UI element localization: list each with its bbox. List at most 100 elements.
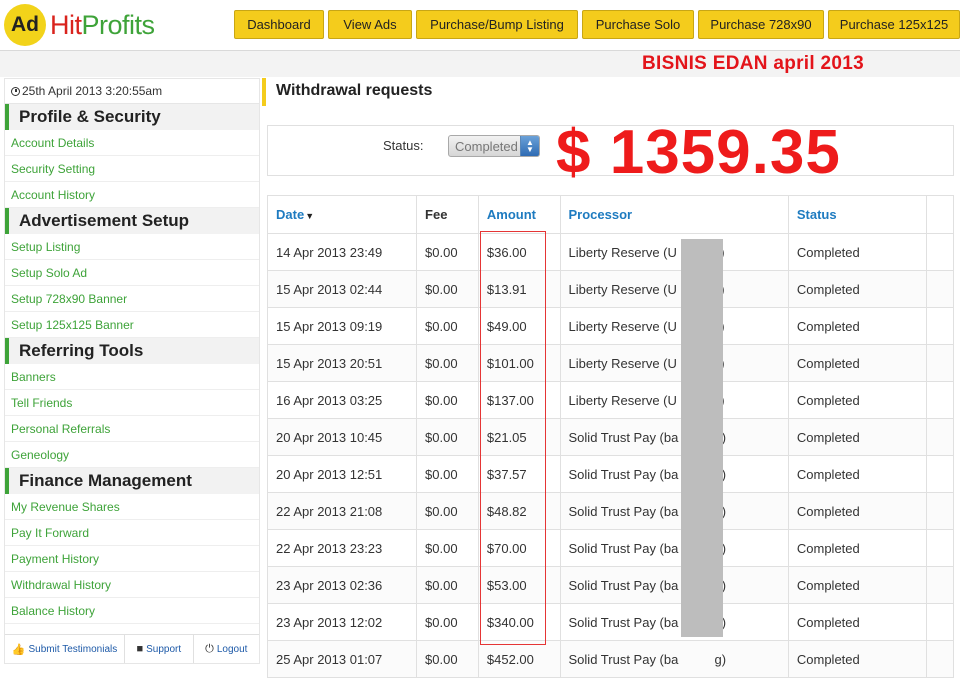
- cell-spacer: [925, 270, 955, 308]
- cell-processor: Liberty Reserve (U 6): [559, 381, 789, 419]
- column-header-processor[interactable]: Processor: [559, 195, 789, 234]
- sidebar-section-title: Advertisement Setup: [5, 208, 259, 234]
- cell-amount: $49.00: [477, 307, 561, 345]
- sidebar-link-setup-125x125-banner[interactable]: Setup 125x125 Banner: [5, 312, 259, 338]
- table-row: 22 Apr 2013 23:23 $0.00 $70.00 Solid Trust …: [266, 529, 955, 567]
- cell-status: Completed: [787, 566, 927, 604]
- cell-amount: $340.00: [477, 603, 561, 641]
- cell-fee: $0.00: [416, 344, 479, 382]
- submit-testimonials-button[interactable]: 👍 Submit Testimonials: [5, 635, 126, 663]
- cell-date: 23 Apr 2013 02:36: [266, 566, 418, 604]
- cell-amount: $37.57: [477, 455, 561, 493]
- cell-status: Completed: [787, 381, 927, 419]
- sidebar-link-pay-it-forward[interactable]: Pay It Forward: [5, 520, 259, 546]
- support-button[interactable]: ■ Support: [125, 635, 194, 663]
- cell-spacer: [925, 640, 955, 678]
- banner-caption: BISNIS EDAN april 2013: [642, 53, 865, 74]
- cell-spacer: [925, 418, 955, 456]
- sidebar-link-my-revenue-shares[interactable]: My Revenue Shares: [5, 494, 259, 520]
- status-filter-label: Status:: [383, 138, 424, 153]
- cell-status: Completed: [787, 307, 927, 345]
- page-title: Withdrawal requests: [276, 82, 433, 99]
- sidebar-link-setup-728x90-banner[interactable]: Setup 728x90 Banner: [5, 286, 259, 312]
- cell-spacer: [925, 566, 955, 604]
- cell-status: Completed: [787, 418, 927, 456]
- table-row: 15 Apr 2013 02:44 $0.00 $13.91 Liberty Rese…: [266, 270, 955, 308]
- cell-fee: $0.00: [416, 455, 479, 493]
- sidebar-link-security-setting[interactable]: Security Setting: [5, 156, 259, 182]
- cell-spacer: [925, 307, 955, 345]
- cell-processor: Solid Trust Pay (ba g): [559, 529, 789, 567]
- table-row: 15 Apr 2013 20:51 $0.00 $101.00 Liberty Res…: [266, 344, 955, 382]
- cell-spacer: [925, 492, 955, 530]
- cell-amount: $70.00: [477, 529, 561, 567]
- column-header-amount[interactable]: Amount: [477, 195, 561, 234]
- sidebar-link-account-details[interactable]: Account Details: [5, 130, 259, 156]
- cell-amount: $13.91: [477, 270, 561, 308]
- table-row: 15 Apr 2013 09:19 $0.00 $49.00 Liberty Rese…: [266, 307, 955, 345]
- sidebar-link-setup-solo-ad[interactable]: Setup Solo Ad: [5, 260, 259, 286]
- column-header-date-label: Date: [276, 207, 305, 222]
- sidebar: 25th April 2013 3:20:55am Profile & Secu…: [4, 78, 260, 664]
- status-select[interactable]: Completed ▲ ▼: [448, 135, 540, 157]
- cell-processor: Solid Trust Pay (ba g): [559, 566, 789, 604]
- nav-purchase-solo[interactable]: Purchase Solo: [582, 10, 694, 39]
- power-icon: ⏻: [205, 642, 214, 655]
- cell-processor: Solid Trust Pay (ba g): [559, 418, 789, 456]
- current-datetime: 25th April 2013 3:20:55am: [22, 84, 163, 98]
- cell-fee: $0.00: [416, 529, 479, 567]
- table-row: 23 Apr 2013 02:36 $0.00 $53.00 Solid Trust …: [266, 566, 955, 604]
- page-header: Withdrawal requests: [262, 78, 958, 106]
- cell-date: 20 Apr 2013 10:45: [266, 418, 418, 456]
- table-row: 25 Apr 2013 01:07 $0.00 $452.00 Solid Trust…: [266, 640, 955, 678]
- column-header-date[interactable]: Date▼: [266, 195, 418, 234]
- sidebar-link-setup-listing[interactable]: Setup Listing: [5, 234, 259, 260]
- nav-purchase-728x90[interactable]: Purchase 728x90: [698, 10, 824, 39]
- sidebar-link-geneology[interactable]: Geneology: [5, 442, 259, 468]
- table-row: 23 Apr 2013 12:02 $0.00 $340.00 Solid Trust…: [266, 603, 955, 641]
- site-logo[interactable]: Ad HitProfits: [4, 4, 155, 46]
- column-header-status[interactable]: Status: [787, 195, 927, 234]
- cell-spacer: [925, 381, 955, 419]
- cell-fee: $0.00: [416, 418, 479, 456]
- cell-processor: Solid Trust Pay (ba g): [559, 492, 789, 530]
- cell-fee: $0.00: [416, 603, 479, 641]
- cell-date: 20 Apr 2013 12:51: [266, 455, 418, 493]
- cell-processor: Solid Trust Pay (ba g): [559, 640, 789, 678]
- nav-purchase-bump-listing[interactable]: Purchase/Bump Listing: [416, 10, 578, 39]
- sidebar-clock: 25th April 2013 3:20:55am: [5, 79, 259, 104]
- cell-amount: $36.00: [477, 233, 561, 271]
- redaction-bar: [681, 239, 723, 637]
- cell-processor: Liberty Reserve (U 6): [559, 270, 789, 308]
- sidebar-link-tell-friends[interactable]: Tell Friends: [5, 390, 259, 416]
- cell-fee: $0.00: [416, 307, 479, 345]
- cell-date: 23 Apr 2013 12:02: [266, 603, 418, 641]
- cell-date: 15 Apr 2013 09:19: [266, 307, 418, 345]
- sidebar-link-withdrawal-history[interactable]: Withdrawal History: [5, 572, 259, 598]
- table-row: 20 Apr 2013 12:51 $0.00 $37.57 Solid Trust …: [266, 455, 955, 493]
- cell-fee: $0.00: [416, 640, 479, 678]
- cell-fee: $0.00: [416, 270, 479, 308]
- cell-status: Completed: [787, 270, 927, 308]
- logo-hit-text: Hit: [50, 9, 82, 40]
- cell-spacer: [925, 603, 955, 641]
- sidebar-link-account-history[interactable]: Account History: [5, 182, 259, 208]
- chat-icon: ■: [136, 643, 144, 655]
- cell-amount: $137.00: [477, 381, 561, 419]
- top-header: Ad HitProfits Dashboard View Ads Purchase/…: [0, 0, 960, 51]
- sort-desc-icon: ▼: [305, 211, 315, 221]
- cell-date: 15 Apr 2013 02:44: [266, 270, 418, 308]
- sidebar-link-personal-referrals[interactable]: Personal Referrals: [5, 416, 259, 442]
- cell-amount: $53.00: [477, 566, 561, 604]
- sidebar-section-title: Profile & Security: [5, 104, 259, 130]
- logout-button[interactable]: ⏻ Logout: [194, 635, 259, 663]
- nav-view-ads[interactable]: View Ads: [328, 10, 412, 39]
- column-header-spacer: [925, 195, 955, 234]
- sidebar-link-balance-history[interactable]: Balance History: [5, 598, 259, 624]
- sidebar-link-payment-history[interactable]: Payment History: [5, 546, 259, 572]
- nav-purchase-125x125[interactable]: Purchase 125x125: [828, 10, 960, 39]
- sidebar-link-banners[interactable]: Banners: [5, 364, 259, 390]
- support-label: Support: [146, 643, 182, 655]
- nav-dashboard[interactable]: Dashboard: [234, 10, 324, 39]
- cell-fee: $0.00: [416, 381, 479, 419]
